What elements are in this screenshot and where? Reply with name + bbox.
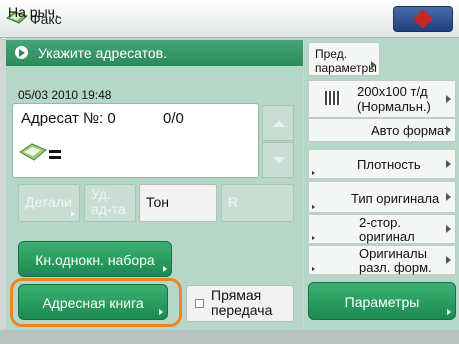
delete-destination-button[interactable]: Уд. ад-та	[84, 184, 136, 222]
density-button[interactable]: Плотность	[308, 149, 456, 179]
corner-mark-icon	[312, 171, 315, 175]
destination-display: Адресат № : 0 0/0	[12, 103, 259, 178]
bottom-bar	[0, 330, 459, 344]
chevron-right-icon	[159, 309, 163, 315]
direct-send-label: Прямая передача	[211, 287, 273, 318]
original-type-button[interactable]: Тип оригинала	[308, 181, 456, 213]
chevron-right-icon	[446, 95, 451, 103]
info-arrow-icon	[15, 46, 28, 59]
delete-destination-label: Уд. ад-та	[91, 186, 126, 217]
corner-mark-icon	[312, 267, 315, 271]
mixed-originals-label: Оригиналы разл. форм.	[359, 246, 432, 275]
destination-count: 0/0	[163, 110, 184, 127]
presets-label: Пред. параметры	[315, 47, 377, 75]
resolution-label: 200x100 т/д (Нормальн.)	[357, 84, 431, 114]
chevron-right-icon	[163, 266, 167, 272]
chevron-right-icon	[446, 193, 451, 201]
chevron-right-icon	[446, 256, 451, 264]
status-message: Укажите адресатов.	[38, 45, 167, 61]
parameters-label: Параметры	[344, 294, 420, 310]
scroll-up-button[interactable]	[262, 105, 294, 141]
duplex-label: 2-стор. оригинал	[359, 215, 415, 244]
scroll-down-button[interactable]	[262, 142, 294, 178]
corner-mark-icon	[312, 236, 315, 240]
resolution-button[interactable]: 200x100 т/д (Нормальн.)	[308, 80, 456, 118]
size-label: Авто формат	[371, 123, 450, 138]
details-label: Детали	[25, 194, 72, 210]
message-bar: Укажите адресатов.	[6, 40, 303, 66]
direct-send-toggle[interactable]: Прямая передача	[186, 285, 294, 322]
corner-mark-icon	[312, 205, 315, 209]
size-button[interactable]: Авто формат	[308, 118, 456, 142]
on-hook-label: На рыч.	[8, 4, 59, 20]
mixed-originals-button[interactable]: Оригиналы разл. форм.	[308, 245, 456, 275]
device-status-button[interactable]	[393, 6, 453, 32]
speed-dial-button[interactable]: Кн.однокн. набора	[18, 241, 172, 277]
chevron-right-icon	[446, 126, 451, 134]
r-label: R	[228, 194, 239, 210]
checkbox-icon	[195, 299, 204, 308]
density-label: Плотность	[357, 157, 421, 172]
original-type-label: Тип оригинала	[351, 191, 440, 206]
chevron-right-icon	[446, 160, 451, 168]
chevron-right-icon	[446, 225, 451, 233]
chevron-right-icon	[71, 211, 75, 217]
speed-dial-label: Кн.однокн. набора	[35, 252, 155, 268]
title-bar: Факс	[0, 0, 459, 38]
address-book-button[interactable]: Адресная книга	[18, 284, 168, 320]
datetime: 05/03 2010 19:48	[18, 88, 112, 102]
address-book-icon	[19, 143, 61, 161]
tone-label: Тон	[146, 194, 169, 210]
details-button[interactable]: Детали	[18, 184, 80, 222]
chevron-right-icon	[447, 309, 451, 315]
presets-button[interactable]: Пред. параметры	[308, 42, 380, 76]
tone-button[interactable]: Тон	[139, 184, 217, 222]
parameters-button[interactable]: Параметры	[308, 282, 456, 320]
chevron-right-icon	[371, 61, 376, 69]
destination-number: : 0	[99, 110, 116, 127]
destination-label: Адресат №	[21, 110, 100, 127]
resolution-icon	[325, 91, 341, 105]
address-book-label: Адресная книга	[42, 295, 144, 311]
duplex-button[interactable]: 2-стор. оригинал	[308, 214, 456, 244]
device-status-icon	[413, 9, 433, 29]
r-button[interactable]: R	[221, 184, 294, 222]
